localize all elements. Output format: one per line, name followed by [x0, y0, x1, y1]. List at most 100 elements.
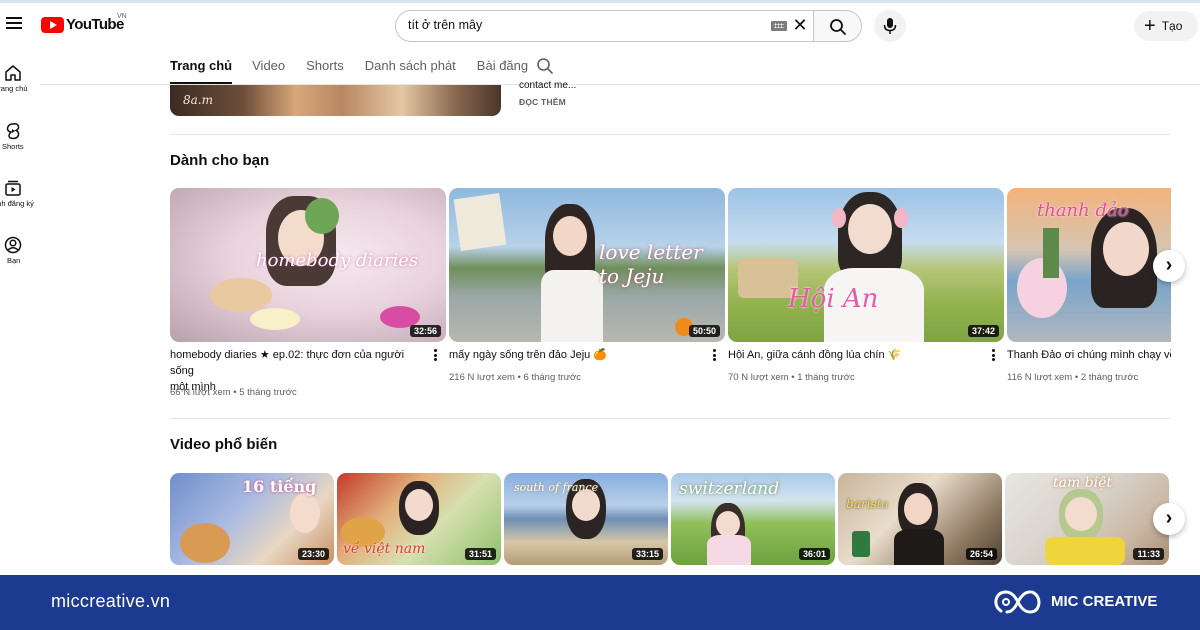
upload-age: 6 tháng trước — [523, 372, 582, 383]
video-thumbnail: 16 tiếng 23:30 — [170, 473, 334, 565]
banner-brand-name: MIC CREATIVE — [1051, 593, 1158, 610]
read-more-link[interactable]: ĐỌC THÊM — [519, 97, 566, 107]
create-button[interactable]: + Tạo — [1134, 11, 1198, 41]
video-card[interactable]: thanh đảo Thanh Đảo ơi chúng mình chạy v… — [1007, 188, 1171, 388]
video-thumbnail: homebody diaries 32:56 — [170, 188, 446, 342]
you-icon — [4, 236, 22, 254]
rail-item-shorts[interactable]: Shorts — [0, 122, 28, 151]
banner-url: miccreative.vn — [51, 591, 171, 611]
video-title[interactable]: Hội An, giữa cánh đồng lúa chín 🌾 — [728, 347, 984, 363]
browser-edge — [0, 0, 1200, 3]
tab-shorts[interactable]: Shorts — [306, 52, 344, 84]
microphone-icon — [883, 18, 897, 34]
section-divider — [170, 134, 1171, 135]
video-card[interactable]: về việt nam 31:51 — [337, 473, 501, 575]
tab-playlists[interactable]: Danh sách phát — [365, 52, 456, 84]
channel-search-icon[interactable] — [536, 57, 554, 75]
video-card[interactable]: barista 26:54 — [838, 473, 1002, 575]
thumbnail-text: barista — [846, 497, 889, 511]
thumbnail-text: homebody diaries — [256, 250, 419, 271]
voice-search-button[interactable] — [874, 10, 906, 42]
thumbnail-text: 16 tiếng — [242, 477, 317, 496]
video-thumbnail: về việt nam 31:51 — [337, 473, 501, 565]
youtube-logo[interactable]: YouTube — [41, 16, 124, 33]
menu-icon[interactable] — [6, 17, 22, 30]
video-duration: 26:54 — [965, 548, 997, 560]
video-meta: 66 N lượt xem • 5 tháng trước — [170, 387, 297, 398]
home-icon — [5, 65, 21, 81]
video-title[interactable]: Thanh Đảo ơi chúng mình chạy về — [1007, 347, 1171, 363]
view-count: 116 N lượt xem — [1007, 372, 1073, 383]
featured-thumb-text: 8a.m — [183, 93, 213, 107]
video-duration: 11:33 — [1133, 548, 1164, 560]
video-card[interactable]: love letter to Jeju 50:50 mấy ngày sống … — [449, 188, 725, 388]
video-thumbnail: Hội An 37:42 — [728, 188, 1004, 342]
featured-video-thumbnail[interactable] — [170, 85, 501, 116]
rail-label-you: Bạn — [7, 256, 21, 265]
video-card[interactable]: Hội An 37:42 Hội An, giữa cánh đồng lúa … — [728, 188, 1004, 388]
keyboard-icon[interactable] — [771, 21, 787, 31]
section-divider — [170, 418, 1171, 419]
mic-creative-logo-icon — [994, 590, 1041, 614]
more-actions-icon[interactable] — [992, 349, 996, 363]
view-count: 216 N lượt xem — [449, 372, 515, 383]
thumbnail-text: switzerland — [679, 479, 780, 499]
video-thumbnail: tam biệt 11:33 — [1005, 473, 1169, 565]
video-thumbnail: love letter to Jeju 50:50 — [449, 188, 725, 342]
video-duration: 36:01 — [798, 548, 830, 560]
rail-label-subscriptions: Kênh đăng ký — [0, 199, 34, 208]
video-meta: 70 N lượt xem • 1 tháng trước — [728, 372, 855, 383]
upload-age: 5 tháng trước — [239, 387, 297, 398]
video-thumbnail: switzerland 36:01 — [671, 473, 835, 565]
view-count: 70 N lượt xem — [728, 372, 789, 383]
clear-search-icon[interactable]: ✕ — [790, 14, 810, 36]
thumbnail-text: thanh đảo — [1037, 200, 1129, 221]
chevron-right-icon: › — [1165, 507, 1173, 529]
video-card[interactable]: homebody diaries 32:56 homebody diaries … — [170, 188, 446, 400]
search-box[interactable] — [395, 10, 813, 42]
brand-banner: miccreative.vn MIC CREATIVE — [0, 575, 1200, 630]
more-actions-icon[interactable] — [713, 349, 717, 363]
rail-label-home: Trang chủ — [0, 84, 28, 93]
video-title-line1: Hội An, giữa cánh đồng lúa chín 🌾 — [728, 349, 902, 361]
logo-text: YouTube — [66, 16, 124, 33]
video-card[interactable]: tam biệt 11:33 — [1005, 473, 1169, 575]
video-thumbnail: south of france 33:15 — [504, 473, 668, 565]
video-card[interactable]: switzerland 36:01 — [671, 473, 835, 575]
upload-age: 2 tháng trước — [1080, 372, 1139, 383]
video-card[interactable]: south of france 33:15 — [504, 473, 668, 575]
video-duration: 23:30 — [297, 548, 329, 560]
rail-item-subscriptions[interactable]: Kênh đăng ký — [0, 179, 34, 208]
next-arrow-button[interactable]: › — [1153, 503, 1185, 535]
video-duration: 31:51 — [464, 548, 496, 560]
video-duration: 33:15 — [631, 548, 663, 560]
thumbnail-text: love letter to Jeju — [599, 240, 703, 288]
create-label: Tạo — [1161, 19, 1183, 33]
search-icon — [830, 19, 846, 35]
video-title-line1: mấy ngày sống trên đảo Jeju 🍊 — [449, 349, 608, 361]
video-meta: 216 N lượt xem • 6 tháng trước — [449, 372, 582, 383]
thumbnail-text: về việt nam — [343, 541, 426, 557]
video-thumbnail: thanh đảo — [1007, 188, 1171, 342]
search-button[interactable] — [813, 10, 862, 42]
rail-item-home[interactable]: Trang chủ — [0, 64, 28, 93]
tab-home[interactable]: Trang chủ — [170, 52, 233, 84]
thumbnail-text: south of france — [514, 481, 599, 494]
more-actions-icon[interactable] — [434, 349, 438, 363]
video-duration: 37:42 — [967, 325, 999, 337]
tab-videos[interactable]: Video — [252, 52, 285, 84]
video-meta: 116 N lượt xem • 2 tháng trước — [1007, 372, 1139, 383]
youtube-play-icon — [41, 16, 64, 33]
section-title-popular: Video phổ biến — [170, 436, 278, 453]
search-input[interactable] — [408, 18, 748, 32]
section-title-for-you: Dành cho bạn — [170, 152, 270, 169]
upload-age: 1 tháng trước — [797, 372, 855, 383]
plus-icon: + — [1144, 15, 1156, 37]
featured-description: contact me... — [519, 80, 577, 91]
video-title[interactable]: mấy ngày sống trên đảo Jeju 🍊 — [449, 347, 705, 363]
next-arrow-button[interactable]: › — [1153, 250, 1185, 282]
video-card[interactable]: 16 tiếng 23:30 — [170, 473, 334, 575]
thumbnail-text: tam biệt — [1053, 475, 1113, 491]
rail-item-you[interactable]: Bạn — [0, 236, 28, 265]
channel-tabs: Trang chủ Video Shorts Danh sách phát Bà… — [170, 52, 549, 84]
